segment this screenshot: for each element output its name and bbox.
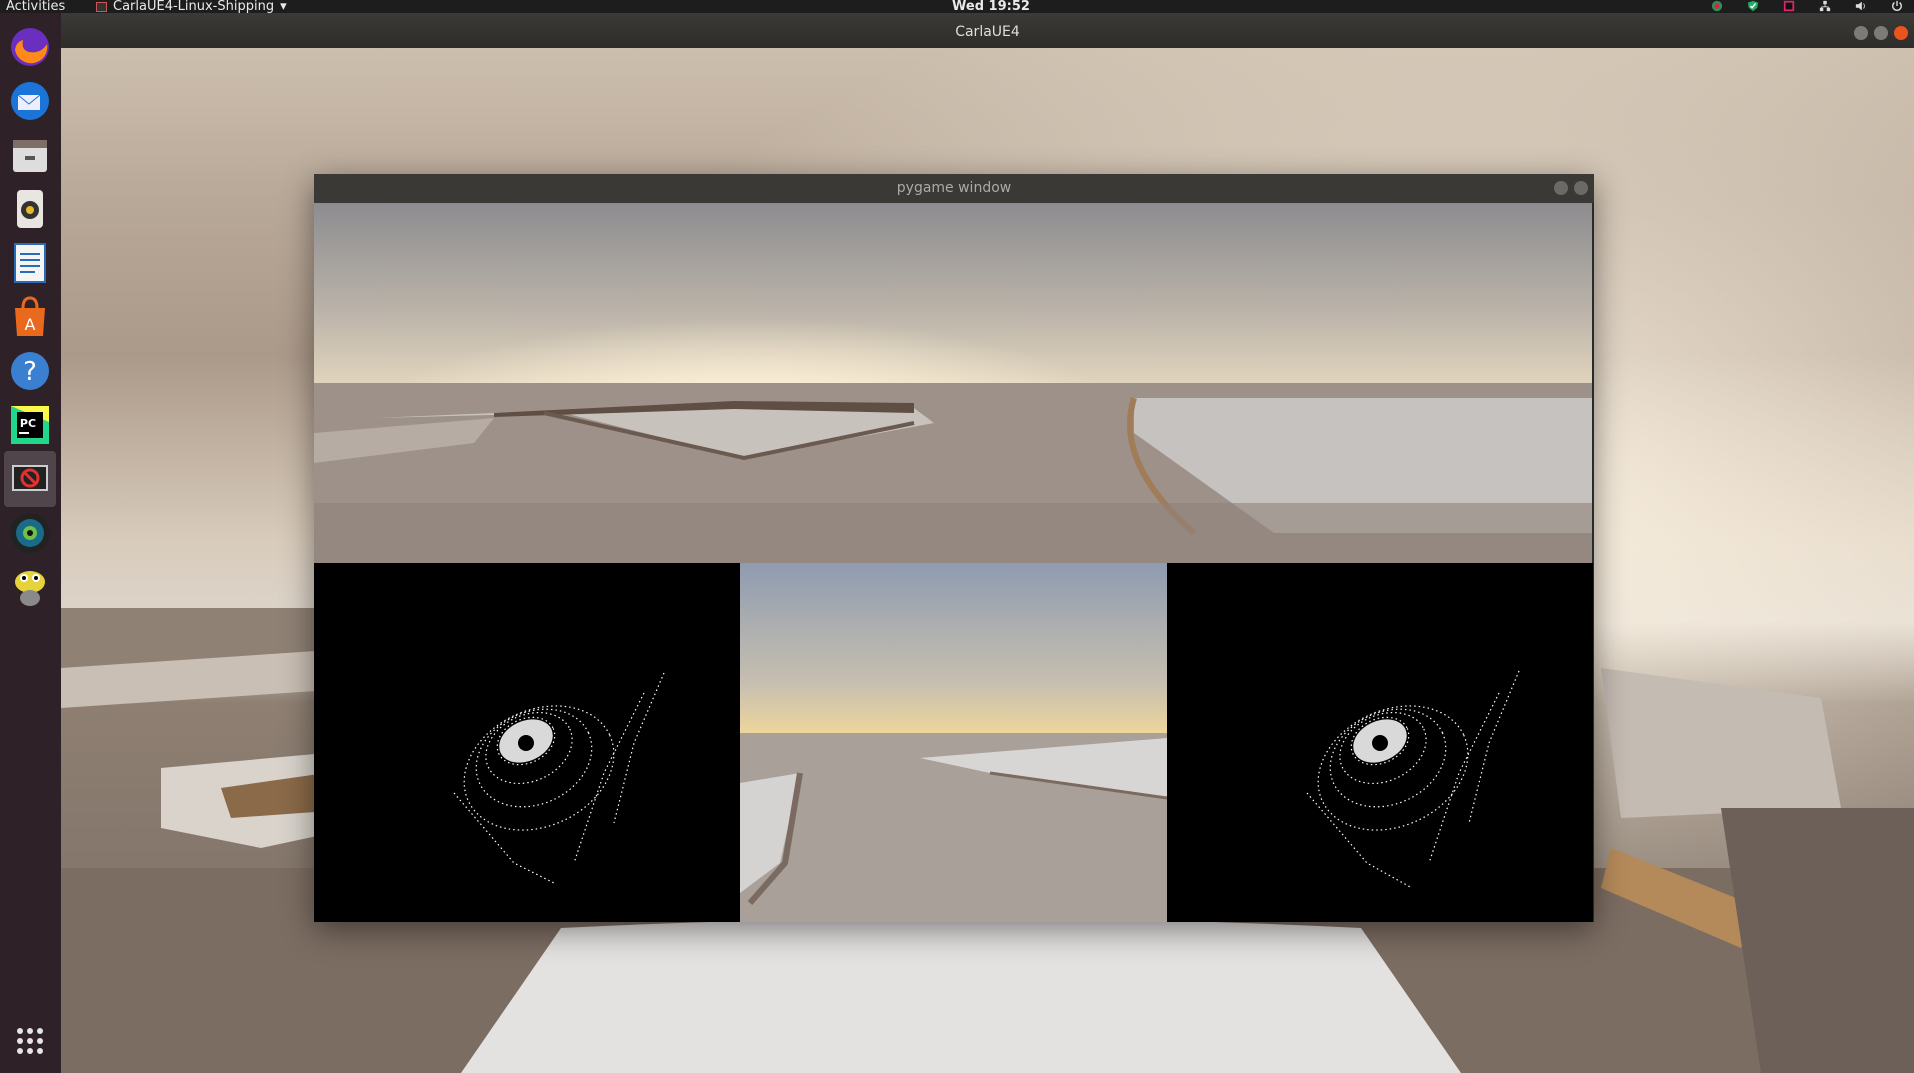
thunderbird-icon	[11, 82, 49, 120]
top-bar: Activities CarlaUE4-Linux-Shipping ▾ Wed…	[0, 0, 1914, 13]
dock: A ? PC	[0, 13, 61, 1073]
dock-item-help[interactable]: ?	[4, 343, 56, 399]
carla-app-icon	[12, 465, 48, 491]
network-icon[interactable]	[1818, 0, 1832, 12]
gecko-mascot-icon	[15, 571, 45, 606]
ubuntu-software-icon: A	[15, 296, 45, 336]
pygame-minimize-button[interactable]	[1554, 181, 1568, 195]
color-picker-icon[interactable]	[1710, 0, 1724, 12]
jetbrains-toolbox-icon[interactable]	[1782, 0, 1796, 12]
activities-button[interactable]: Activities	[6, 0, 65, 13]
svg-text:?: ?	[23, 357, 37, 387]
lidar-view-right	[1167, 563, 1593, 922]
window-titlebar[interactable]: CarlaUE4	[61, 13, 1914, 48]
rgb-panorama-camera-view	[314, 203, 1592, 563]
dock-item-camera[interactable]	[4, 505, 56, 561]
window-title: CarlaUE4	[955, 24, 1020, 40]
pygame-window-title: pygame window	[896, 180, 1012, 196]
svg-text:A: A	[25, 315, 36, 334]
app-menu[interactable]: CarlaUE4-Linux-Shipping ▾	[96, 0, 287, 13]
lidar-view-left	[314, 563, 740, 922]
show-applications-icon	[17, 1028, 43, 1054]
rhythmbox-icon	[17, 190, 43, 228]
dock-item-show-apps[interactable]	[4, 1013, 56, 1069]
svg-text:PC: PC	[20, 417, 36, 430]
check-shield-icon[interactable]	[1746, 0, 1760, 12]
clock[interactable]: Wed 19:52	[952, 0, 1030, 13]
camera-app-icon	[10, 513, 50, 553]
libreoffice-writer-icon	[14, 243, 46, 283]
maximize-button[interactable]	[1874, 26, 1888, 40]
power-icon[interactable]	[1890, 0, 1904, 12]
pycharm-icon: PC	[11, 406, 49, 444]
dock-item-carla[interactable]	[4, 451, 56, 507]
dock-item-pycharm[interactable]: PC	[4, 397, 56, 453]
dock-item-software[interactable]: A	[4, 289, 56, 345]
files-icon	[13, 140, 47, 172]
pygame-close-button[interactable]	[1574, 181, 1588, 195]
firefox-icon	[11, 28, 49, 66]
dock-item-rhythmbox[interactable]	[4, 181, 56, 237]
chevron-down-icon: ▾	[280, 0, 287, 14]
front-rgb-camera-view	[740, 563, 1167, 922]
pygame-window[interactable]: pygame window	[314, 174, 1594, 922]
dock-item-thunderbird[interactable]	[4, 73, 56, 129]
volume-icon[interactable]	[1854, 0, 1868, 12]
dock-item-files[interactable]	[4, 127, 56, 183]
pygame-titlebar[interactable]: pygame window	[314, 174, 1594, 203]
minimize-button[interactable]	[1854, 26, 1868, 40]
app-menu-icon	[96, 1, 107, 12]
close-button[interactable]	[1894, 26, 1908, 40]
dock-item-gecko[interactable]	[4, 559, 56, 615]
app-menu-label: CarlaUE4-Linux-Shipping	[113, 0, 275, 14]
system-tray	[1710, 0, 1904, 12]
help-icon: ?	[11, 352, 49, 390]
dock-item-writer[interactable]	[4, 235, 56, 291]
dock-item-firefox[interactable]	[4, 19, 56, 75]
